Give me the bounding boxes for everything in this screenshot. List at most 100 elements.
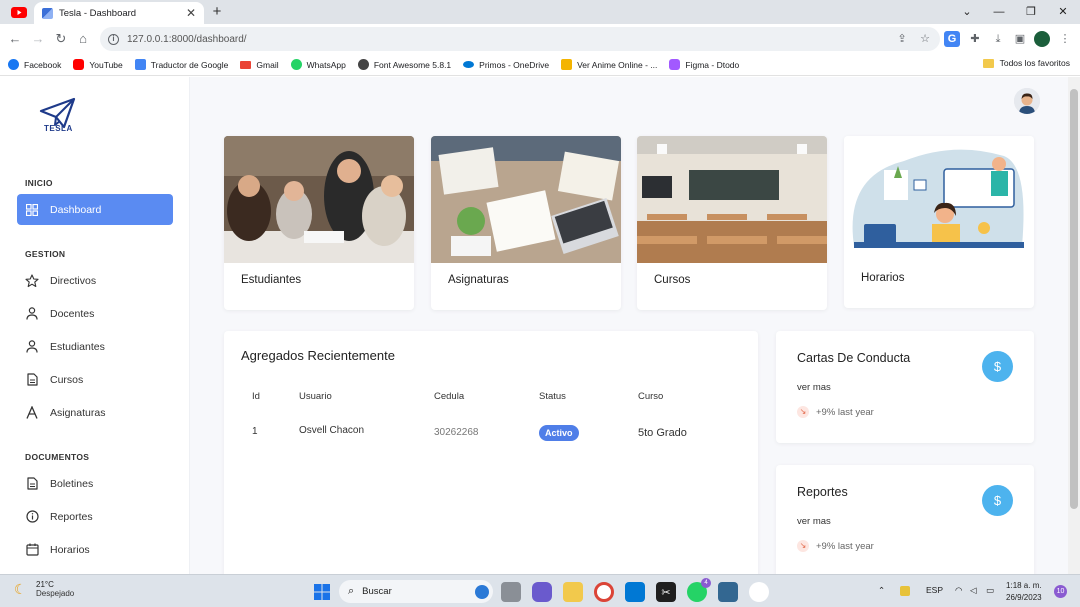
page-scrollbar[interactable]: [1068, 77, 1080, 574]
bookmarks-bar: Facebook YouTube Traductor de Google Gma…: [0, 54, 1080, 76]
sidebar-item-reportes[interactable]: Reportes: [17, 501, 173, 532]
sidebar-item-boletines[interactable]: Boletines: [17, 468, 173, 499]
card-horarios[interactable]: Horarios: [844, 136, 1034, 308]
language-indicator[interactable]: ESP: [926, 585, 943, 595]
extensions-puzzle-icon[interactable]: ✚: [967, 31, 983, 47]
dashboard-page: TESLA INICIO Dashboard GESTION Directivo…: [0, 77, 1068, 574]
letter-a-icon: [25, 406, 39, 420]
bookmark-star-icon[interactable]: ☆: [918, 32, 932, 46]
info-circle-icon: [25, 510, 39, 524]
card-asignaturas[interactable]: Asignaturas: [431, 136, 621, 310]
card-cursos[interactable]: Cursos: [637, 136, 827, 310]
bookmark-facebook[interactable]: Facebook: [8, 59, 61, 70]
column-header-status: Status: [539, 391, 566, 402]
new-tab-button[interactable]: +: [207, 3, 227, 21]
onedrive-cloud-icon: [463, 61, 475, 68]
calendar-icon: [25, 543, 39, 557]
tab-search-icon[interactable]: ⌄: [951, 0, 983, 24]
column-header-usuario: Usuario: [299, 391, 332, 402]
battery-icon[interactable]: ▭: [986, 585, 994, 596]
gmail-icon: [240, 60, 252, 69]
logo-text: TESLA: [44, 124, 73, 133]
reload-icon[interactable]: ↻: [51, 29, 71, 49]
bookmark-figma[interactable]: Figma - Dtodo: [669, 59, 739, 70]
cell-usuario: Osvell Chacon: [299, 425, 365, 436]
browser-tab-active[interactable]: Tesla - Dashboard ✕: [34, 2, 204, 24]
bookmark-translate[interactable]: Traductor de Google: [134, 59, 228, 70]
wifi-icon[interactable]: ◠: [955, 585, 962, 596]
chrome-menu-icon[interactable]: ⋮: [1057, 31, 1073, 47]
sidebar-item-cursos[interactable]: Cursos: [17, 364, 173, 395]
download-icon[interactable]: ⤓: [990, 31, 1006, 47]
tab-close-icon[interactable]: ✕: [184, 6, 198, 20]
star-icon: [25, 273, 39, 288]
close-window-button[interactable]: ✕: [1047, 0, 1079, 24]
tray-app-icon[interactable]: [900, 586, 910, 596]
dollar-coin-icon: $: [982, 351, 1013, 382]
card-label: Estudiantes: [241, 274, 302, 286]
share-icon[interactable]: ⇪: [895, 32, 909, 46]
sidebar-item-dashboard[interactable]: Dashboard: [17, 194, 173, 225]
bookmark-anime[interactable]: Ver Anime Online - ...: [561, 59, 657, 70]
tab-title: Tesla - Dashboard: [59, 7, 137, 19]
site-info-icon[interactable]: i: [108, 33, 119, 45]
notification-badge[interactable]: 10: [1054, 585, 1067, 598]
scrollbar-thumb[interactable]: [1070, 89, 1078, 509]
postgresql-icon[interactable]: [718, 582, 738, 602]
search-icon: ⌕: [348, 585, 355, 597]
taskbar-search-box[interactable]: ⌕ Buscar: [339, 580, 493, 603]
sidebar: TESLA INICIO Dashboard GESTION Directivo…: [0, 77, 190, 574]
maximize-button[interactable]: ❐: [1015, 0, 1047, 24]
weather-widget[interactable]: ☾ 21°C Despejado: [14, 580, 74, 598]
translate-extension-icon[interactable]: G: [944, 31, 960, 47]
bookmark-onedrive[interactable]: Primos - OneDrive: [463, 60, 549, 70]
cell-cedula: 30262268: [434, 427, 479, 438]
system-clock[interactable]: 1:18 a. m. 26/9/2023: [1006, 580, 1042, 604]
card-label: Horarios: [861, 272, 905, 284]
trend-indicator: ↘ +9% last year: [797, 540, 874, 552]
section-title-inicio: INICIO: [25, 178, 53, 188]
file-explorer-icon[interactable]: [563, 582, 583, 602]
google-translate-icon: [134, 59, 146, 70]
bookmark-whatsapp[interactable]: WhatsApp: [290, 59, 346, 70]
address-bar[interactable]: i 127.0.0.1:8000/dashboard/ ⇪ ☆: [100, 27, 940, 51]
all-bookmarks-folder[interactable]: Todos los favoritos: [982, 58, 1070, 68]
minimize-button[interactable]: —: [983, 0, 1015, 24]
ver-mas-link[interactable]: ver mas: [797, 382, 831, 393]
tray-chevron-icon[interactable]: ⌃: [878, 585, 885, 596]
trend-down-arrow-icon: ↘: [797, 540, 809, 552]
back-arrow-icon[interactable]: ←: [5, 29, 25, 49]
side-panel-icon[interactable]: ▣: [1012, 31, 1028, 47]
bookmark-gmail[interactable]: Gmail: [240, 60, 279, 70]
document-icon: [25, 477, 39, 491]
task-view-icon[interactable]: [501, 582, 521, 602]
section-title-documentos: DOCUMENTOS: [25, 452, 90, 462]
sidebar-item-asignaturas[interactable]: Asignaturas: [17, 397, 173, 428]
app-store-icon[interactable]: [749, 582, 769, 602]
moon-icon: ☾: [14, 581, 27, 597]
profile-avatar-icon[interactable]: [1034, 31, 1050, 47]
ver-mas-link[interactable]: ver mas: [797, 516, 831, 527]
vscode-icon[interactable]: [625, 582, 645, 602]
sidebar-item-estudiantes[interactable]: Estudiantes: [17, 331, 173, 362]
recent-title: Agregados Recientemente: [241, 348, 395, 363]
card-label: Cursos: [654, 274, 691, 286]
clock-date: 26/9/2023: [1006, 593, 1042, 602]
capcut-icon[interactable]: ✂: [656, 582, 676, 602]
chrome-icon[interactable]: [594, 582, 614, 602]
sidebar-item-docentes[interactable]: Docentes: [17, 298, 173, 329]
teams-chat-icon[interactable]: [532, 582, 552, 602]
youtube-tab[interactable]: [6, 4, 32, 21]
whatsapp-taskbar-icon[interactable]: 4: [687, 578, 711, 602]
volume-icon[interactable]: ◁: [970, 585, 977, 596]
card-estudiantes[interactable]: Estudiantes: [224, 136, 414, 310]
windows-start-icon[interactable]: [312, 582, 332, 602]
forward-arrow-icon[interactable]: →: [28, 29, 48, 49]
sidebar-item-directivos[interactable]: Directivos: [17, 265, 173, 296]
bookmark-youtube[interactable]: YouTube: [73, 59, 123, 70]
bookmark-fontawesome[interactable]: Font Awesome 5.8.1: [357, 59, 451, 70]
home-icon[interactable]: ⌂: [73, 29, 93, 49]
user-avatar[interactable]: [1014, 88, 1040, 114]
dollar-coin-icon: $: [982, 485, 1013, 516]
sidebar-item-horarios[interactable]: Horarios: [17, 534, 173, 565]
